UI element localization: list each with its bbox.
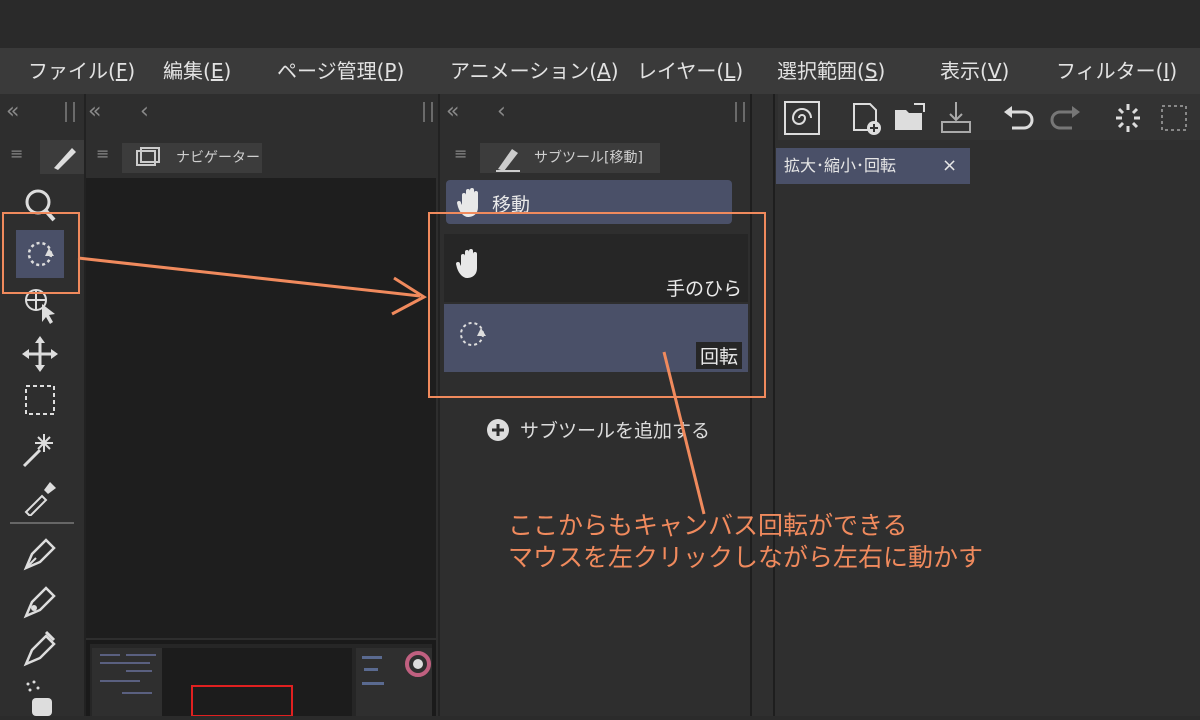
annotation-arrows [77,256,706,515]
annotation-line-1: ここからもキャンバス回転ができる [508,511,908,540]
annotation-line-2: マウスを左クリックしながら左右に動かす [508,543,984,572]
